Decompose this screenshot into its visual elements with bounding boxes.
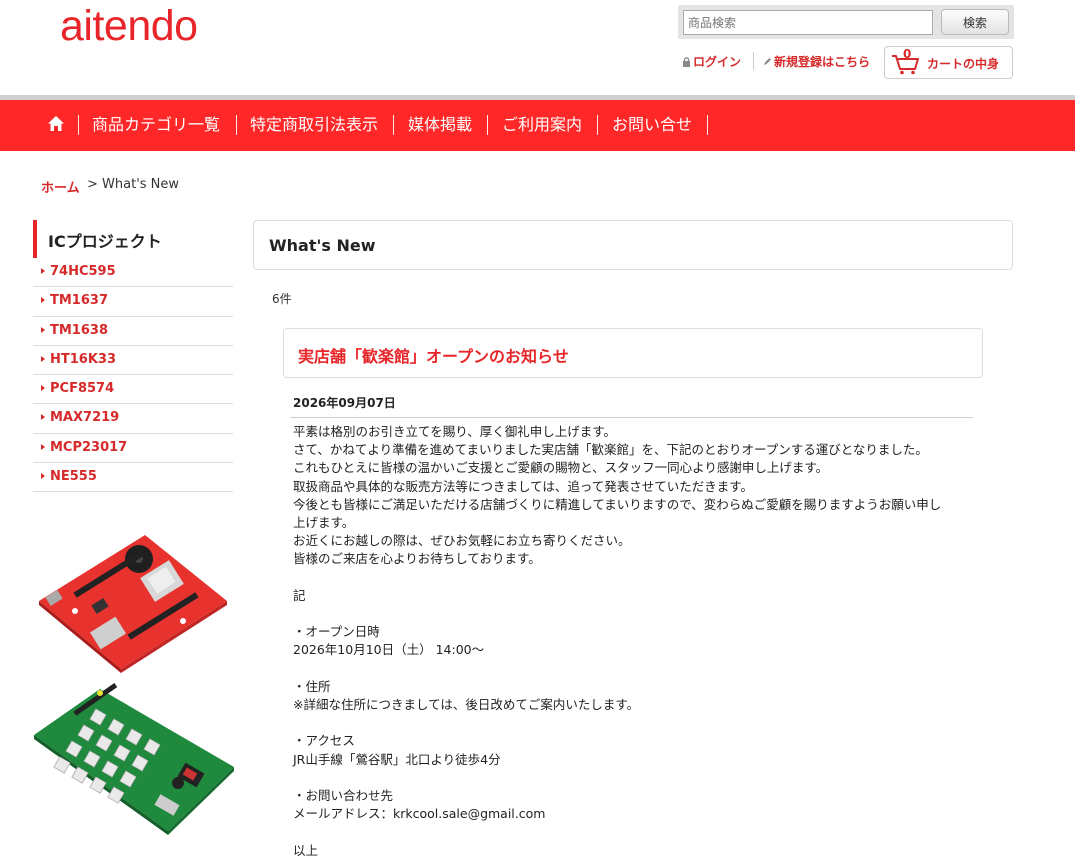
sidebar-item-ne555[interactable]: NE555	[33, 463, 233, 493]
home-icon[interactable]	[47, 115, 65, 132]
sidebar-item-tm1638[interactable]: TM1638	[33, 317, 233, 346]
news-body-line	[293, 714, 973, 732]
nav-item-legal[interactable]: 特定商取引法表示	[250, 114, 378, 136]
nav-item-contact[interactable]: お問い合せ	[612, 114, 692, 136]
cart-label: カートの中身	[927, 57, 1000, 71]
news-body-line	[293, 605, 973, 623]
pencil-icon	[764, 58, 771, 65]
product-image-red-board[interactable]	[33, 527, 233, 675]
news-body-line: さて、かねてより準備を進めてまいりました実店舗「歓楽館」を、下記のとおりオープン…	[293, 442, 928, 458]
sidebar-item-label: TM1637	[50, 293, 108, 309]
breadcrumb-separator: >	[87, 177, 98, 192]
news-body: 平素は格別のお引き立てを賜り、厚く御礼申し上げます。 さて、かねてより準備を進め…	[293, 423, 973, 860]
news-body-line: 記	[293, 587, 306, 603]
lock-icon	[683, 57, 690, 67]
news-body-line: 2026年10月10日（土） 14:00～	[293, 642, 485, 658]
sidebar-list: 74HC595 TM1637 TM1638 HT16K33 PCF8574 MA…	[33, 258, 233, 493]
news-body-line: 以上	[293, 842, 319, 858]
arrow-right-icon	[41, 473, 45, 480]
result-count: 6件	[272, 292, 292, 306]
news-body-line: 上げます。	[293, 515, 355, 531]
sidebar-item-label: 74HC595	[50, 264, 116, 279]
breadcrumb-current-label: What's New	[102, 177, 180, 192]
news-body-line: ※詳細な住所につきましては、後日改めてご案内いたします。	[293, 697, 640, 712]
breadcrumb-home[interactable]: ホーム	[41, 177, 80, 196]
sidebar-item-mcp23017[interactable]: MCP23017	[33, 434, 233, 464]
news-body-line: 取扱商品や具体的な販売方法等につきましては、追って発表させていただきます。	[293, 478, 754, 494]
breadcrumb-current: > What's New	[87, 177, 179, 192]
date-divider	[290, 417, 973, 418]
news-title-panel: 実店舗「歓楽館」オープンのお知らせ	[283, 328, 983, 378]
nav-item-guide[interactable]: ご利用案内	[502, 114, 582, 136]
sidebar-item-label: PCF8574	[50, 381, 115, 397]
site-logo[interactable]: aitendo	[60, 2, 198, 51]
sidebar-item-pcf8574[interactable]: PCF8574	[33, 375, 233, 405]
sidebar-item-label: TM1638	[50, 322, 108, 338]
header-divider	[753, 52, 754, 70]
sidebar-item-label: HT16K33	[50, 351, 117, 367]
product-image-green-board[interactable]	[30, 683, 238, 835]
login-link[interactable]: ログイン	[682, 53, 741, 70]
news-body-line	[293, 660, 973, 678]
nav-separator	[236, 115, 237, 135]
sidebar-item-tm1637[interactable]: TM1637	[33, 287, 233, 317]
sidebar-item-label: NE555	[50, 469, 97, 485]
page-title-panel: What's New	[253, 220, 1013, 270]
nav-item-media[interactable]: 媒体掲載	[408, 114, 472, 136]
arrow-right-icon	[41, 355, 45, 362]
sidebar-item-max7219[interactable]: MAX7219	[33, 404, 233, 434]
sidebar-heading-label: ICプロジェクト	[48, 232, 162, 251]
nav-separator	[597, 115, 598, 135]
email-address[interactable]: メールアドレス：krkcool.sale@gmail.com	[293, 805, 973, 823]
register-link[interactable]: 新規登録はこちら	[763, 53, 870, 70]
sidebar-item-label: MCP23017	[50, 439, 128, 455]
nav-separator	[78, 115, 79, 135]
arrow-right-icon	[41, 268, 45, 274]
news-body-line: これもひとえに皆様の温かいご支援とご愛顧の賜物と、スタッフ一同心より感謝申し上げ…	[293, 460, 829, 476]
news-date: 2026年09月07日	[293, 396, 396, 410]
search-button[interactable]: 検索	[941, 9, 1009, 35]
news-body-line	[293, 823, 973, 841]
arrow-right-icon	[41, 385, 45, 392]
search-bar: 検索	[678, 5, 1014, 39]
login-label: ログイン	[693, 55, 742, 69]
arrow-right-icon	[41, 326, 45, 333]
arrow-right-icon	[41, 443, 45, 450]
news-body-line: JR山手線「鶯谷駅」北口より徒歩4分	[293, 751, 501, 767]
nav-separator	[393, 115, 394, 135]
news-body-line	[293, 569, 973, 587]
news-body-line	[293, 769, 973, 787]
cart-count: 0	[903, 47, 912, 61]
news-body-line: お近くにお越しの際は、ぜひお気軽にお立ち寄りください。	[293, 533, 631, 549]
news-body-line: ・アクセス	[293, 733, 355, 749]
nav-separator	[487, 115, 488, 135]
nav-separator	[707, 115, 708, 135]
nav-item-categories[interactable]: 商品カテゴリ一覧	[92, 114, 220, 136]
news-body-line: ・オープン日時	[293, 624, 380, 640]
news-body-line: ・住所	[293, 678, 331, 694]
news-body-line: 皆様のご来店を心よりお待ちしております。	[293, 551, 541, 567]
sidebar-heading: ICプロジェクト	[33, 220, 233, 258]
sidebar-item-74hc595[interactable]: 74HC595	[33, 258, 233, 288]
page-title: What's New	[269, 236, 376, 255]
cart-button[interactable]: 0 カートの中身	[884, 46, 1013, 79]
news-body-line: 今後とも皆様にご満足いただける店舗づくりに精進してまいりますので、変わらぬご愛顧…	[293, 496, 942, 512]
news-body-line: 平素は格別のお引き立てを賜り、厚く御礼申し上げます。	[293, 424, 617, 439]
search-input[interactable]	[683, 10, 933, 35]
arrow-right-icon	[41, 414, 45, 421]
register-label: 新規登録はこちら	[774, 55, 871, 69]
sidebar-item-ht16k33[interactable]: HT16K33	[33, 346, 233, 376]
main-nav: 商品カテゴリ一覧 特定商取引法表示 媒体掲載 ご利用案内 お問い合せ	[0, 100, 1075, 151]
arrow-right-icon	[41, 297, 45, 304]
news-title[interactable]: 実店舗「歓楽館」オープンのお知らせ	[298, 343, 569, 367]
sidebar-item-label: MAX7219	[50, 410, 120, 426]
news-body-line: ・お問い合わせ先	[293, 787, 394, 803]
